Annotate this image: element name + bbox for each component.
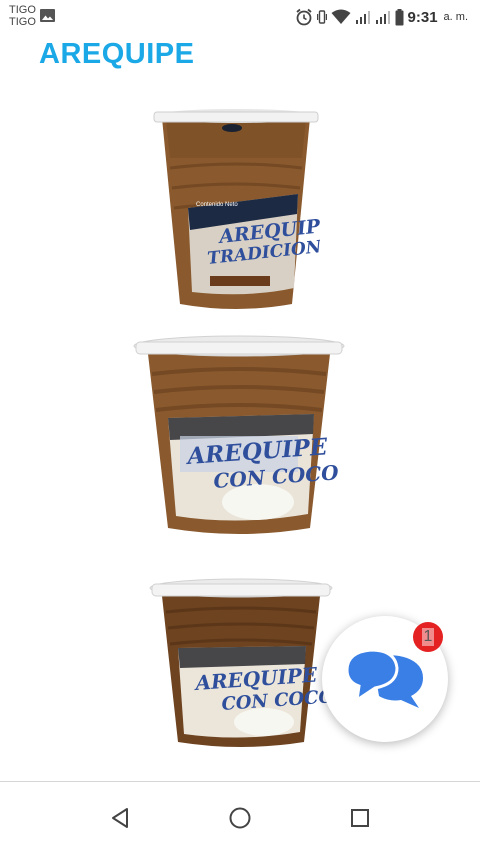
image-icon — [40, 9, 55, 22]
page-title: AREQUIPE — [39, 38, 195, 70]
status-bar: TIGO TIGO 9:31 a. m. — [0, 0, 480, 36]
navigation-bar — [0, 782, 480, 854]
recents-button[interactable] — [340, 802, 380, 834]
back-button[interactable] — [100, 802, 140, 834]
signal-icon — [355, 11, 370, 24]
product-image-coco-2[interactable]: AREQUIPE CON COCO — [148, 576, 334, 752]
alarm-icon — [295, 8, 312, 26]
badge-count: 1 — [421, 628, 435, 646]
product-image-tradicional[interactable]: AREQUIPE TRADICIONAL Contenido Neto — [152, 108, 320, 316]
vibrate-icon — [316, 10, 327, 24]
product-image-coco-1[interactable]: AREQUIPE CON COCO — [132, 334, 346, 542]
home-button[interactable] — [220, 802, 260, 834]
battery-icon — [395, 8, 404, 25]
status-icons: 9:31 a. m. — [295, 5, 468, 29]
clock-ampm: a. m. — [443, 11, 468, 23]
clock: 9:31 — [407, 8, 438, 26]
chat-bubbles-icon — [345, 648, 423, 708]
signal-icon — [375, 11, 390, 24]
home-icon — [229, 807, 251, 829]
back-icon — [112, 808, 128, 828]
wifi-icon — [331, 9, 351, 24]
carrier-name: TIGO TIGO — [9, 4, 36, 28]
net-content-label: Contenido Neto — [196, 202, 238, 208]
chat-notification-badge: 1 — [413, 622, 443, 652]
recents-icon — [351, 809, 369, 827]
